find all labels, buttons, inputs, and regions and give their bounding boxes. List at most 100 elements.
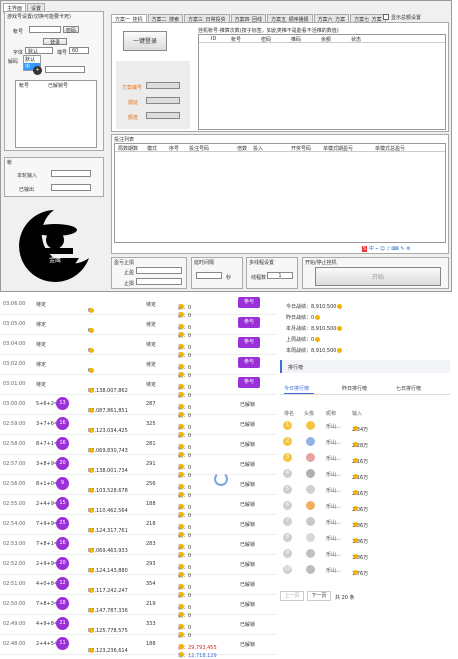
- lb-col-name: 昵称: [326, 411, 337, 417]
- grid-caption: 挂机帐号-推算次数(按子标签，如此类推不是能看不活推的数值): [198, 28, 339, 34]
- record-time: 02:48:00: [3, 641, 26, 647]
- join-button[interactable]: 参与: [238, 357, 260, 368]
- record-id: 待定: [36, 322, 47, 328]
- stop-win-input[interactable]: [136, 267, 182, 274]
- record-row: 03:05:00待定0待定赢：0赢：0参与: [0, 314, 276, 339]
- coin-icon: [179, 464, 184, 469]
- coin-icon: [337, 326, 343, 331]
- interval-input[interactable]: [196, 272, 222, 279]
- stop-group: 盈亏止损 止盈 止损: [111, 257, 187, 289]
- record-sum-badge: 13: [56, 397, 69, 410]
- one-key-login-button[interactable]: 一键登录: [123, 31, 167, 51]
- record-formula: 3+8+9=: [36, 461, 59, 467]
- record-time: 03:01:00: [3, 381, 26, 387]
- record-formula: 3+7+6=: [36, 421, 59, 427]
- plan-amount-label: 额度: [128, 115, 139, 121]
- record-status: 已解锁: [240, 522, 256, 528]
- parse-input[interactable]: [45, 66, 85, 73]
- coin-icon: [179, 544, 184, 549]
- record-status: 已解锁: [240, 442, 256, 448]
- result-grid[interactable]: 局数期数 模式 序号 投注号码 倍数 投入 开奖号码 单模式期盈亏 单模式总盈亏: [114, 143, 446, 243]
- add-icon[interactable]: +: [33, 66, 42, 75]
- rank-medal-icon: 5: [283, 485, 292, 494]
- stop-loss-input[interactable]: [136, 278, 182, 285]
- ime-toolbar[interactable]: S 中 ⌁ ☺ ♪ ⌨ ✎ ⚙: [362, 245, 442, 253]
- dropdown-option[interactable]: 默认: [24, 56, 40, 63]
- interval-unit: 秒: [226, 275, 232, 281]
- coin-icon: [179, 604, 184, 609]
- coin-icon: [89, 308, 94, 313]
- record-row: 02:57:00 3+8+9= 20 88,138,001,734 291 赢：0 赢：0 已…: [0, 454, 276, 479]
- avatar: [306, 565, 315, 574]
- show-balance-checkbox[interactable]: [383, 14, 389, 20]
- record-time: 03:05:00: [3, 321, 26, 327]
- mode-select[interactable]: 60: [69, 47, 89, 54]
- grid-col-status: 状态: [351, 37, 362, 43]
- tab-week-rank[interactable]: 七日排行榜: [396, 385, 421, 392]
- record-time: 02:53:00: [3, 541, 26, 547]
- coin-icon: [89, 448, 94, 453]
- rank-medal-icon: 1: [283, 421, 292, 430]
- login-button[interactable]: 登录: [43, 38, 67, 46]
- record-formula: 2+4+5=: [36, 641, 59, 647]
- record-row: 03:06:00待定0待定赢：0赢：0参与: [0, 294, 276, 319]
- thread-title: 多线程设置: [249, 260, 275, 266]
- join-button[interactable]: 参与: [238, 297, 260, 308]
- record-row: 02:59:00 3+7+6= 16 88,123,034,425 325 赢：0 赢：0 已…: [0, 414, 276, 439]
- record-time: 02:58:00: [3, 441, 26, 447]
- account-list[interactable]: 帐号 已解锁号: [15, 80, 97, 148]
- record-row: 03:00:00 5+6+2= 13 88,087,861,851 287 赢：0 赢：0 已…: [0, 394, 276, 419]
- join-button[interactable]: 参与: [238, 377, 260, 388]
- account-group-title: 游戏号设置(切换可能要卡死): [7, 14, 71, 20]
- record-count: 188: [146, 501, 156, 507]
- password-button[interactable]: 密码: [63, 26, 79, 34]
- coin-icon: [89, 328, 94, 333]
- coin-icon: [179, 524, 184, 529]
- start-button[interactable]: 开始: [315, 267, 441, 286]
- coin-icon: [337, 348, 343, 353]
- coin-icon: [179, 424, 184, 429]
- record-time: 02:50:00: [3, 601, 26, 607]
- coin-icon: [179, 444, 184, 449]
- plan-amount-input[interactable]: [146, 112, 180, 119]
- coin-icon: [353, 490, 358, 495]
- account-label: 帐号: [13, 29, 24, 35]
- coin-icon: [353, 474, 358, 479]
- join-button[interactable]: 参与: [238, 337, 260, 348]
- record-id: 待定: [36, 302, 47, 308]
- record-sum-badge: 11: [56, 637, 69, 650]
- stats-panel: 今日战绩：8,910,500 昨日战绩：0 本月战绩：8,910,500 上周战…: [286, 302, 343, 357]
- prev-page-button[interactable]: 上一页: [280, 591, 304, 601]
- coin-icon: [179, 304, 184, 309]
- record-sum-badge: 12: [56, 577, 69, 590]
- channel-select[interactable]: 默认: [25, 47, 53, 55]
- tab-yesterday-rank[interactable]: 昨日排行榜: [342, 385, 367, 392]
- leaderboard-row: 1 乐山... 2.34万: [280, 420, 448, 433]
- parse-label: 解码: [8, 59, 19, 65]
- record-count: 283: [146, 541, 156, 547]
- next-page-button[interactable]: 下一页: [307, 591, 331, 601]
- record-row: 03:02:00待定0待定赢：0赢：0参与: [0, 354, 276, 379]
- record-time: 02:56:00: [3, 481, 26, 487]
- plan-extend-input[interactable]: [146, 97, 180, 104]
- account-input[interactable]: [29, 26, 61, 33]
- coin-icon: [89, 508, 94, 513]
- rank-medal-icon: 8: [283, 533, 292, 542]
- coin-icon: [179, 644, 184, 649]
- result-col-bet-number: 投注号码: [189, 146, 210, 152]
- account-group: 游戏号设置(切换可能要卡死) 帐号 密码 登录 字体 默认 端号 60 解码 默…: [4, 11, 104, 151]
- leaderboard-name: 乐山...: [326, 568, 341, 574]
- plan-number-input[interactable]: [146, 82, 180, 89]
- record-sum-badge: 9: [56, 477, 69, 490]
- tab-today-rank[interactable]: 今日排行榜: [284, 385, 309, 392]
- record-formula: 2+9+9=: [36, 561, 59, 567]
- coin-icon: [179, 344, 184, 349]
- thread-input[interactable]: 1: [267, 272, 293, 279]
- join-button[interactable]: 参与: [238, 317, 260, 328]
- coin-icon: [337, 304, 343, 309]
- result-col-period-pl: 单模式期盈亏: [323, 146, 354, 152]
- coin-icon: [89, 388, 94, 393]
- coin-icon: [179, 364, 184, 369]
- record-time: 02:55:00: [3, 501, 26, 507]
- account-grid[interactable]: ID 帐号 密码 推码 余额 状态: [198, 34, 446, 130]
